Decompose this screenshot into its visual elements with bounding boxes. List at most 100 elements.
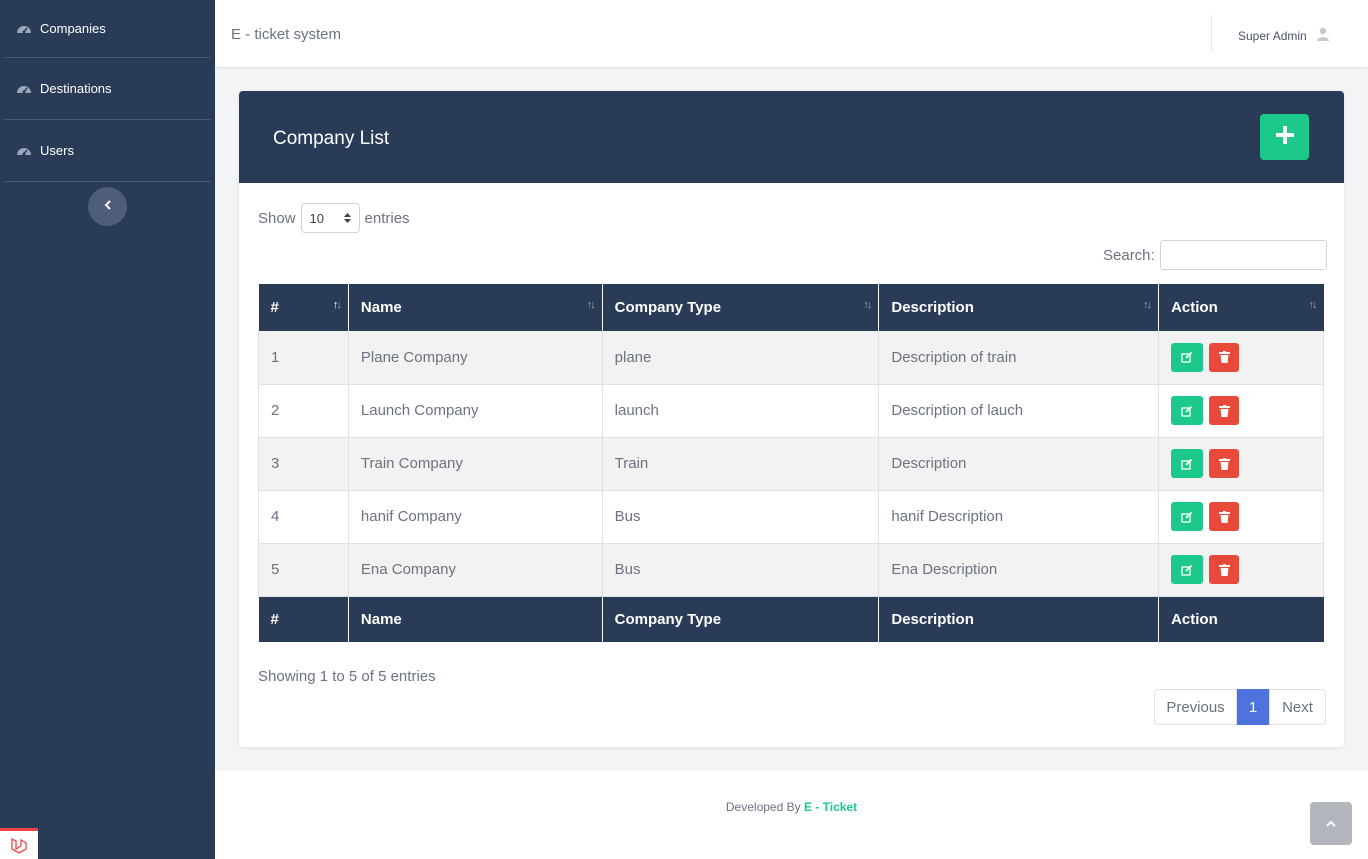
chevron-up-icon xyxy=(1325,815,1337,833)
footer-header-action: Action xyxy=(1158,596,1324,642)
page-length-select[interactable]: 10 xyxy=(300,203,360,233)
cell-type: plane xyxy=(602,331,880,385)
delete-button[interactable] xyxy=(1209,502,1240,531)
trash-icon xyxy=(1218,351,1230,364)
app-title: E - ticket system xyxy=(231,26,342,43)
delete-button[interactable] xyxy=(1209,449,1240,478)
topbar-divider xyxy=(1211,15,1212,52)
cell-action xyxy=(1158,384,1324,438)
plus-icon xyxy=(1275,125,1295,150)
gauge-icon xyxy=(16,81,32,97)
sidebar-item-label: Users xyxy=(40,143,74,158)
topbar: E - ticket system Super Admin xyxy=(215,0,1368,67)
user-menu[interactable]: Super Admin xyxy=(1238,27,1329,44)
column-header-name[interactable]: Name ↑↓ xyxy=(348,284,603,331)
sort-icon: ↑↓ xyxy=(1143,299,1152,311)
table-info: Showing 1 to 5 of 5 entries xyxy=(258,668,436,685)
trash-icon xyxy=(1218,457,1230,470)
footer: Developed By E - Ticket xyxy=(215,771,1368,859)
cell-action xyxy=(1158,543,1324,597)
cell-name: Launch Company xyxy=(348,384,603,438)
sidebar-item-label: Companies xyxy=(40,21,106,36)
user-icon xyxy=(1307,27,1329,44)
column-header-num[interactable]: # ↑↓ xyxy=(258,284,349,331)
footer-header-description: Description xyxy=(878,596,1160,642)
card-header: Company List xyxy=(239,91,1344,183)
cell-name: Plane Company xyxy=(348,331,603,385)
sidebar-item-destinations[interactable]: Destinations xyxy=(4,58,211,120)
sidebar: Companies Destinations Users xyxy=(0,0,215,859)
footer-brand: E - Ticket xyxy=(803,800,858,814)
pagination-page-1[interactable]: 1 xyxy=(1237,689,1269,725)
sort-icon: ↑↓ xyxy=(586,299,596,311)
cell-type: Bus xyxy=(602,543,880,597)
sidebar-item-label: Destinations xyxy=(40,81,112,96)
footer-header-type: Company Type xyxy=(602,596,880,642)
edit-icon xyxy=(1181,405,1193,417)
footer-credit: Developed By E - Ticket xyxy=(215,800,1368,814)
trash-icon xyxy=(1218,563,1230,576)
table-row: 5 Ena Company Bus Ena Description xyxy=(258,543,1324,597)
cell-num: 4 xyxy=(258,490,349,544)
cell-name: Train Company xyxy=(348,437,603,491)
edit-button[interactable] xyxy=(1171,502,1204,531)
laravel-logo-icon[interactable] xyxy=(0,828,38,859)
cell-action xyxy=(1158,331,1324,385)
table-row: 2 Launch Company launch Description of l… xyxy=(258,384,1324,438)
add-company-button[interactable] xyxy=(1260,114,1309,160)
table-row: 4 hanif Company Bus hanif Description xyxy=(258,490,1324,544)
pagination-next[interactable]: Next xyxy=(1269,689,1326,725)
cell-description: Description xyxy=(878,437,1160,491)
footer-header-name: Name xyxy=(348,596,603,642)
cell-num: 2 xyxy=(258,384,349,438)
cell-action xyxy=(1158,437,1324,491)
edit-button[interactable] xyxy=(1171,342,1204,372)
sort-icon: ↑↓ xyxy=(863,299,872,311)
page-length-control: Show 10 entries xyxy=(258,203,410,233)
search-label: Search: xyxy=(1103,246,1155,264)
cell-name: hanif Company xyxy=(348,490,603,544)
edit-icon xyxy=(1181,458,1193,470)
edit-button[interactable] xyxy=(1171,449,1204,478)
delete-button[interactable] xyxy=(1209,555,1240,584)
sort-icon: ↑↓ xyxy=(1308,299,1318,311)
sort-icon: ↑↓ xyxy=(332,299,342,311)
gauge-icon xyxy=(16,21,32,37)
edit-button[interactable] xyxy=(1171,555,1204,584)
page-title: Company List xyxy=(273,128,390,149)
delete-button[interactable] xyxy=(1209,342,1240,372)
cell-type: Train xyxy=(602,437,880,491)
page-length-value: 10 xyxy=(309,210,324,226)
cell-num: 3 xyxy=(258,437,349,491)
entries-label: entries xyxy=(364,209,410,227)
pagination: Previous 1 Next xyxy=(1154,689,1326,725)
table-row: 1 Plane Company plane Description of tra… xyxy=(258,331,1324,385)
cell-action xyxy=(1158,490,1324,544)
sidebar-item-companies[interactable]: Companies xyxy=(4,0,211,58)
edit-icon xyxy=(1181,511,1193,523)
trash-icon xyxy=(1218,404,1230,417)
search-input[interactable] xyxy=(1159,240,1327,270)
column-header-type[interactable]: Company Type ↑↓ xyxy=(602,284,880,331)
scroll-to-top-button[interactable] xyxy=(1310,802,1352,845)
column-header-description[interactable]: Description ↑↓ xyxy=(878,284,1160,331)
cell-num: 1 xyxy=(258,331,349,385)
column-header-action[interactable]: Action ↑↓ xyxy=(1158,284,1324,331)
show-label: Show xyxy=(258,209,296,227)
delete-button[interactable] xyxy=(1209,396,1240,425)
footer-prefix: Developed By xyxy=(725,800,801,814)
cell-description: hanif Description xyxy=(878,490,1160,544)
edit-button[interactable] xyxy=(1171,396,1204,425)
pagination-previous[interactable]: Previous xyxy=(1154,689,1237,725)
search-control: Search: xyxy=(1103,240,1327,270)
cell-num: 5 xyxy=(258,543,349,597)
footer-header-num: # xyxy=(258,596,349,642)
sidebar-item-users[interactable]: Users xyxy=(4,120,211,182)
cell-description: Description of lauch xyxy=(878,384,1160,438)
trash-icon xyxy=(1218,510,1230,523)
table-row: 3 Train Company Train Description xyxy=(258,437,1324,491)
cell-type: Bus xyxy=(602,490,880,544)
sidebar-toggle-button[interactable] xyxy=(88,187,127,226)
sort-arrows-icon xyxy=(343,211,351,226)
chevron-left-icon xyxy=(103,198,113,216)
